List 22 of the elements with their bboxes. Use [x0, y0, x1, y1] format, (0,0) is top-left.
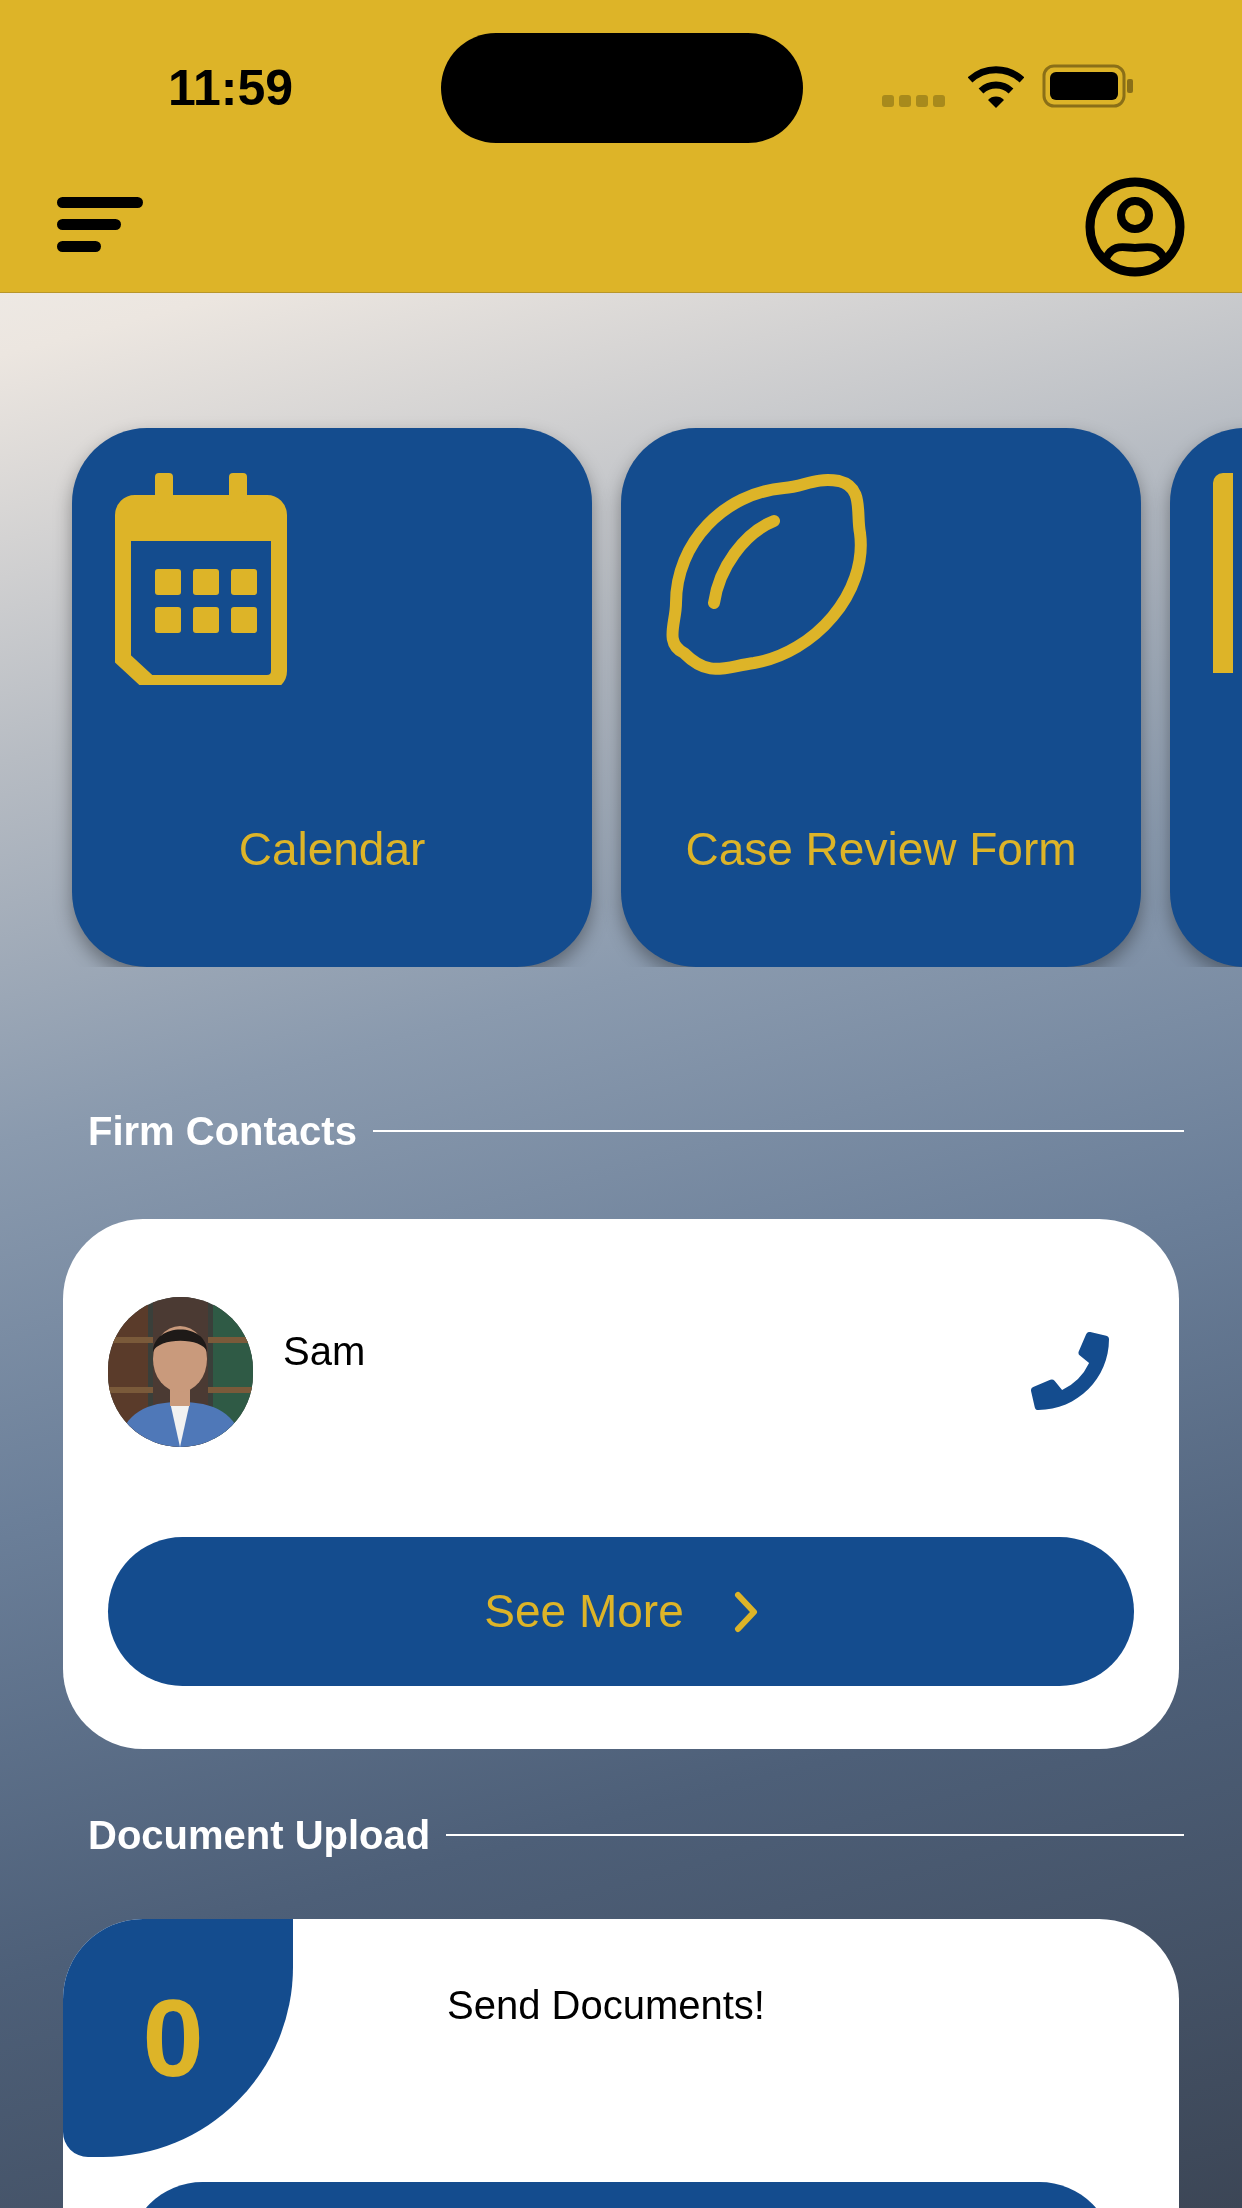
phone-icon	[1031, 1332, 1109, 1410]
profile-button[interactable]	[1085, 176, 1185, 278]
tile-label: Calendar	[238, 823, 426, 875]
upload-message: Send Documents!	[447, 1982, 765, 2029]
status-time: 11:59	[168, 59, 294, 118]
chevron-right-icon	[733, 1590, 758, 1633]
call-button[interactable]	[1031, 1332, 1109, 1410]
tile-icon	[1213, 473, 1233, 673]
section-title: Firm Contacts	[88, 1108, 357, 1155]
tile-label: Case Review Form	[685, 823, 1077, 875]
signal-icon	[882, 95, 946, 107]
section-title: Document Upload	[88, 1812, 431, 1859]
menu-button[interactable]	[57, 195, 143, 255]
wifi-icon	[968, 64, 1024, 108]
feature-tile[interactable]: Calendar	[72, 428, 592, 967]
feature-tile[interactable]: Case Review Form	[621, 428, 1141, 967]
contact-name: Sam	[283, 1328, 366, 1375]
document-count: 0	[142, 1978, 204, 2098]
profile-icon	[1085, 176, 1185, 278]
menu-icon	[57, 195, 143, 255]
see-more-button[interactable]: See More	[108, 1537, 1134, 1686]
battery-icon	[1042, 64, 1134, 108]
